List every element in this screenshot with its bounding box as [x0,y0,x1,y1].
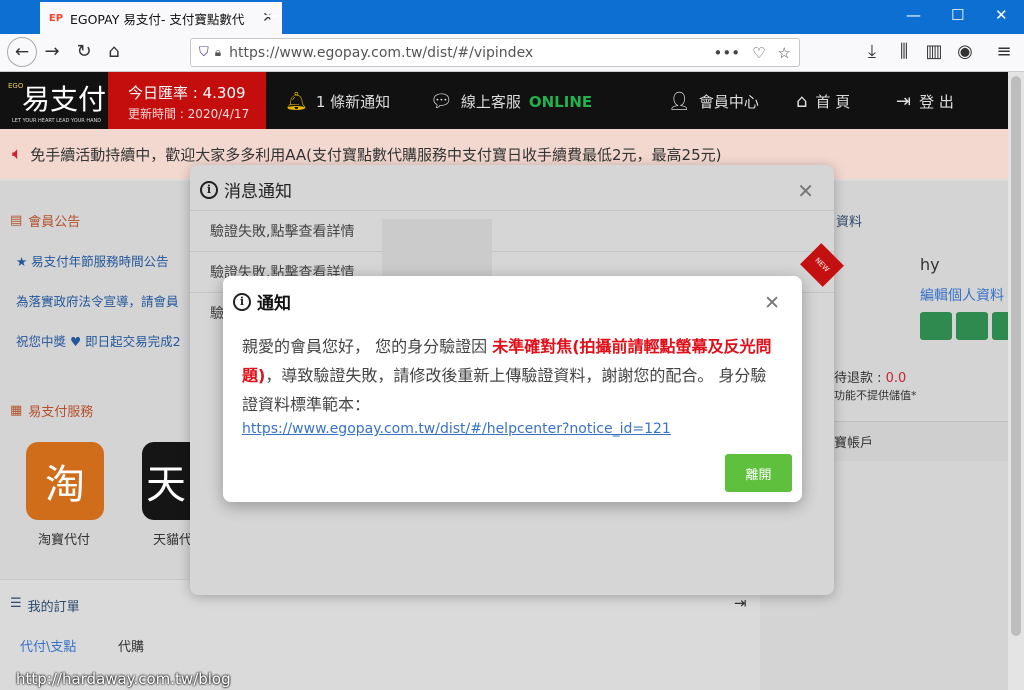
sidebar-icon[interactable]: ▥ [922,41,946,62]
expand-icon[interactable]: ⇥ [734,594,747,612]
forward-arrow-icon[interactable]: → [40,41,64,62]
refund-value: 0.0 [885,371,907,386]
downloads-icon[interactable]: ⤓ [860,41,884,62]
message-row-text: 驗 [210,305,224,322]
logo-text: 易支付 [22,83,107,116]
tab-title: EGOPAY 易支付- 支付寶點數代 [70,11,245,27]
edit-profile-link[interactable]: 編輯個人資料 [920,285,1004,305]
tracking-shield-icon[interactable]: ⛉ [199,45,209,60]
menu-icon[interactable]: ≡ [992,41,1016,62]
notice-modal-body: 親愛的會員您好， 您的身分驗證因 未準確對焦(拍攝前請輕點螢幕及反光問題)，導致… [242,332,782,439]
support-label: 線上客服 [460,93,521,111]
member-center-link[interactable]: 👤︎ 會員中心 [668,91,759,112]
orders-title: 我的訂單 [27,600,80,615]
minimize-icon[interactable]: — [906,6,921,24]
rate-update-time: 更新時間 : 2020/4/17 [128,107,250,121]
egopay-logo[interactable]: EGO 易支付 LET YOUR HEART LEAD YOUR HAND [8,76,106,126]
tab-payment[interactable]: 代付\支點 [20,636,76,655]
scrollbar-thumb[interactable] [1011,76,1021,636]
marquee-text: 免手續活動持續中，歡迎大家多多利用AA(支付寶點數代購服務中支付寶日收手續費最低… [30,145,722,164]
briefcase-icon[interactable] [992,312,1008,340]
maximize-icon[interactable]: ☐ [951,6,964,24]
user-icon: 👤︎ [668,91,691,112]
leave-button[interactable]: 離開 [725,454,792,492]
tmall-service-tile[interactable]: 天 [142,442,190,520]
address-bar[interactable]: ⛉ 🔒︎ https://www.egopay.com.tw/dist/#/vi… [190,38,800,67]
help-center-link[interactable]: https://www.egopay.com.tw/dist/#/helpcen… [242,419,782,439]
list-icon: ☰ [10,596,22,611]
grid-icon: ▦ [10,403,23,418]
logout-icon: ⇥ [896,91,912,112]
notice-modal-close-icon[interactable]: ✕ [764,292,780,314]
browser-nav-bar: ← → ↻ ⌂ ⛉ 🔒︎ https://www.egopay.com.tw/d… [0,34,1024,72]
browser-tab-bar: EP EGOPAY 易支付- 支付寶點數代 ✕ + — ☐ ✕ [0,0,1024,34]
home-icon[interactable]: ⌂ [102,41,126,62]
announcement-icon: ▤ [10,213,23,228]
notice-modal-title-text: 通知 [257,294,291,314]
logo-tagline: LET YOUR HEART LEAD YOUR HAND [12,118,102,124]
announcement-item[interactable]: ★ 易支付年節服務時間公告 [16,251,169,270]
refund-note: 功能不提供儲值* [834,389,917,402]
services-header: ▦ 易支付服務 [10,401,93,420]
bookmark-star-icon[interactable]: ☆ [778,44,791,62]
profile-title: 資料 [836,215,863,230]
info-icon: i [233,292,251,311]
services-title: 易支付服務 [28,405,94,420]
taobao-service-label[interactable]: 淘寶代付 [38,529,90,548]
id-card-icon[interactable] [920,312,952,340]
info-icon: i [200,180,218,199]
lock-icon[interactable]: 🔒︎ [215,45,221,60]
site-favicon-icon: EP [48,12,64,24]
bell-icon: 🔔︎ [285,91,308,112]
tab-purchase[interactable]: 代購 [118,636,144,655]
new-tab-plus-icon[interactable]: + [262,4,280,30]
notice-modal-title: i 通知 [233,289,291,314]
refund-label: 待退款 : [834,371,882,386]
browser-tab[interactable]: EP EGOPAY 易支付- 支付寶點數代 ✕ [40,2,282,34]
home-label: 首 頁 [815,93,851,111]
exchange-rate-box: 今日匯率 : 4.309 更新時間 : 2020/4/17 [108,72,266,129]
message-row[interactable]: 驗證失敗,點擊查看詳情 [190,210,834,250]
notifications-link[interactable]: 🔔︎ 1 條新通知 [285,91,390,112]
home-link[interactable]: ⌂ 首 頁 [796,91,850,112]
notice-modal: i 通知 ✕ 親愛的會員您好， 您的身分驗證因 未準確對焦(拍攝前請輕點螢幕及反… [223,276,802,502]
message-row-text: 驗證失敗,點擊查看詳情 [210,223,355,240]
url-text[interactable]: https://www.egopay.com.tw/dist/#/vipinde… [229,45,713,61]
online-support-link[interactable]: 💬︎ 線上客服 ONLINE [430,91,592,112]
page-scrollbar[interactable] [1008,72,1024,690]
account-title: 寶帳戶 [834,436,874,451]
support-status: ONLINE [528,92,593,111]
logout-label: 登 出 [919,93,954,111]
member-center-label: 會員中心 [698,93,759,111]
exchange-rate: 今日匯率 : 4.309 [128,84,246,102]
page-actions-icon[interactable]: ••• [714,44,741,62]
site-header: EGO 易支付 LET YOUR HEART LEAD YOUR HAND 今日… [0,72,1008,129]
phone-icon[interactable] [956,312,988,340]
announcement-item[interactable]: 為落實政府法令宣導，請會員 [16,291,179,310]
reload-icon[interactable]: ↻ [72,41,96,62]
tmall-service-label[interactable]: 天貓代 [153,529,192,548]
announcements-title: 會員公告 [28,215,81,230]
message-modal-title: i 消息通知 [200,177,292,202]
back-arrow-icon[interactable]: ← [7,37,37,67]
notice-text-instructions: ，導致驗證失敗，請修改後重新上傳驗證資料，謝謝您的配合。 身分驗證資料標準範本： [242,366,767,414]
announcement-item[interactable]: 祝您中獎 ♥ 即日起交易完成2 [16,331,181,350]
logo-side-text: EGO [8,82,24,90]
logout-link[interactable]: ⇥ 登 出 [896,91,954,112]
window-close-icon[interactable]: ✕ [995,6,1008,24]
library-icon[interactable]: ⫼ [892,41,916,62]
watermark-text: http://hardaway.com.tw/blog [16,670,231,688]
taobao-service-tile[interactable]: 淘 [26,442,104,520]
speaker-icon: 🔈︎ [12,144,23,164]
message-modal-title-text: 消息通知 [224,182,292,202]
username: hy [920,255,940,274]
chat-icon: 💬︎ [430,91,453,112]
notifications-label: 1 條新通知 [315,93,391,111]
message-modal-close-icon[interactable]: ✕ [797,179,814,203]
pocket-icon[interactable]: ♡ [752,44,765,62]
account-icon[interactable]: ◉ [953,41,977,62]
house-icon: ⌂ [796,91,808,112]
announcements-header: ▤ 會員公告 [10,211,80,230]
notice-text-intro: 親愛的會員您好， 您的身分驗證因 [242,337,493,356]
